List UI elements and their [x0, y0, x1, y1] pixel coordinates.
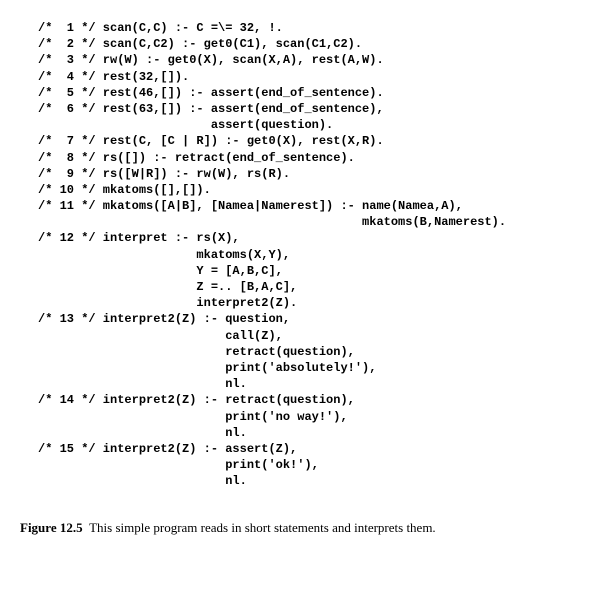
code-line: mkatoms(B,Namerest). [38, 215, 506, 229]
code-line: Y = [A,B,C], [38, 264, 283, 278]
code-line: /* 4 */ rest(32,[]). [38, 70, 189, 84]
code-line: print('absolutely!'), [38, 361, 376, 375]
code-line: /* 9 */ rs([W|R]) :- rw(W), rs(R). [38, 167, 290, 181]
code-line: /* 1 */ scan(C,C) :- C =\= 32, !. [38, 21, 283, 35]
code-line: /* 15 */ interpret2(Z) :- assert(Z), [38, 442, 297, 456]
code-line: interpret2(Z). [38, 296, 297, 310]
code-line: retract(question), [38, 345, 355, 359]
code-line: nl. [38, 474, 247, 488]
code-line: /* 3 */ rw(W) :- get0(X), scan(X,A), res… [38, 53, 384, 67]
code-line: /* 8 */ rs([]) :- retract(end_of_sentenc… [38, 151, 355, 165]
code-line: /* 11 */ mkatoms([A|B], [Namea|Namerest]… [38, 199, 463, 213]
code-line: print('ok!'), [38, 458, 319, 472]
code-line: assert(question). [38, 118, 333, 132]
code-line: print('no way!'), [38, 410, 348, 424]
code-line: /* 2 */ scan(C,C2) :- get0(C1), scan(C1,… [38, 37, 362, 51]
figure-caption: Figure 12.5 This simple program reads in… [20, 519, 614, 537]
code-line: /* 12 */ interpret :- rs(X), [38, 231, 240, 245]
code-listing: /* 1 */ scan(C,C) :- C =\= 32, !. /* 2 *… [38, 20, 614, 489]
code-line: Z =.. [B,A,C], [38, 280, 297, 294]
code-line: /* 10 */ mkatoms([],[]). [38, 183, 211, 197]
code-line: call(Z), [38, 329, 283, 343]
code-line: mkatoms(X,Y), [38, 248, 290, 262]
code-line: /* 7 */ rest(C, [C | R]) :- get0(X), res… [38, 134, 384, 148]
figure-text: This simple program reads in short state… [89, 520, 436, 535]
code-line: /* 13 */ interpret2(Z) :- question, [38, 312, 290, 326]
code-line: /* 14 */ interpret2(Z) :- retract(questi… [38, 393, 355, 407]
code-line: nl. [38, 426, 247, 440]
figure-label: Figure 12.5 [20, 520, 83, 535]
code-line: /* 5 */ rest(46,[]) :- assert(end_of_sen… [38, 86, 384, 100]
code-line: /* 6 */ rest(63,[]) :- assert(end_of_sen… [38, 102, 384, 116]
code-line: nl. [38, 377, 247, 391]
